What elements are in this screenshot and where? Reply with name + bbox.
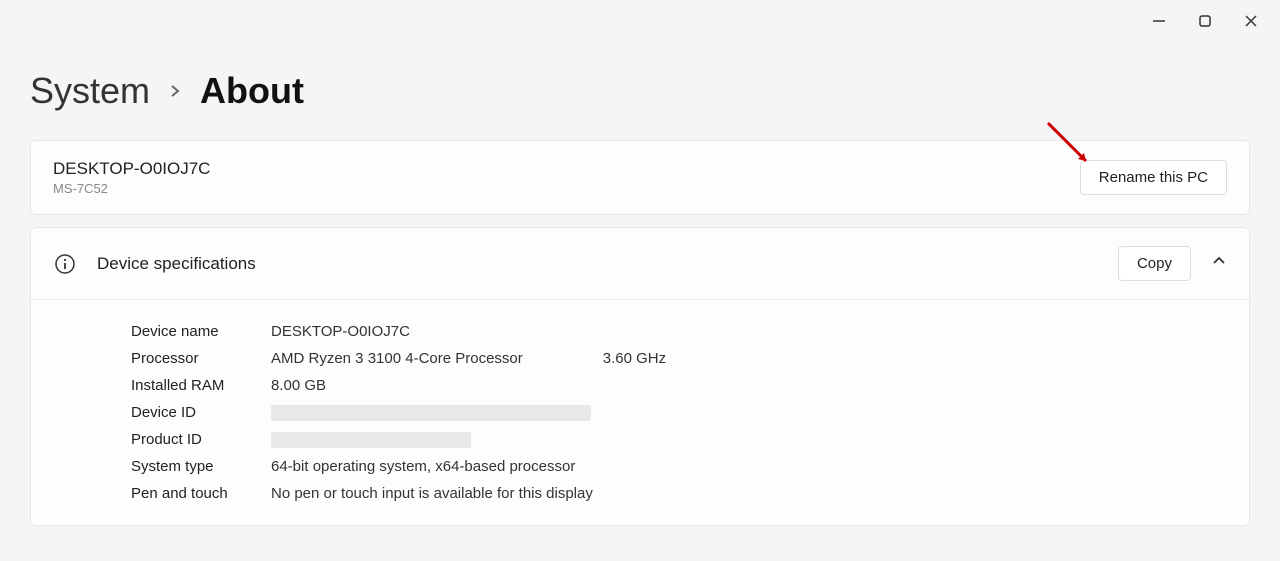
rename-pc-button[interactable]: Rename this PC xyxy=(1080,160,1227,195)
copy-button[interactable]: Copy xyxy=(1118,246,1191,281)
specs-title: Device specifications xyxy=(97,254,256,274)
breadcrumb-parent[interactable]: System xyxy=(30,70,150,112)
row-ram: Installed RAM 8.00 GB xyxy=(131,372,1227,399)
specs-header[interactable]: Device specifications Copy xyxy=(31,228,1249,300)
value-processor: AMD Ryzen 3 3100 4-Core Processor xyxy=(271,350,523,367)
value-device-name: DESKTOP-O0IOJ7C xyxy=(271,323,410,340)
minimize-button[interactable] xyxy=(1148,10,1170,32)
device-info: DESKTOP-O0IOJ7C MS-7C52 xyxy=(53,159,210,196)
row-device-id: Device ID xyxy=(131,399,1227,426)
device-name-text: DESKTOP-O0IOJ7C xyxy=(53,159,210,179)
chevron-right-icon xyxy=(168,78,182,104)
device-model-text: MS-7C52 xyxy=(53,181,210,196)
specs-body: Device name DESKTOP-O0IOJ7C Processor AM… xyxy=(31,300,1249,525)
label-device-name: Device name xyxy=(131,323,271,340)
label-product-id: Product ID xyxy=(131,431,271,448)
device-name-card: DESKTOP-O0IOJ7C MS-7C52 Rename this PC xyxy=(30,140,1250,215)
value-product-id-redacted xyxy=(271,432,471,448)
info-icon xyxy=(53,252,77,276)
breadcrumb: System About xyxy=(0,0,1280,140)
device-specs-card: Device specifications Copy Device name D… xyxy=(30,227,1250,526)
row-system-type: System type 64-bit operating system, x64… xyxy=(131,453,1227,480)
label-ram: Installed RAM xyxy=(131,377,271,394)
value-system-type: 64-bit operating system, x64-based proce… xyxy=(271,458,575,475)
row-product-id: Product ID xyxy=(131,426,1227,453)
label-system-type: System type xyxy=(131,458,271,475)
breadcrumb-current: About xyxy=(200,70,304,112)
row-device-name: Device name DESKTOP-O0IOJ7C xyxy=(131,318,1227,345)
label-processor: Processor xyxy=(131,350,271,367)
label-device-id: Device ID xyxy=(131,404,271,421)
value-device-id-redacted xyxy=(271,405,591,421)
maximize-button[interactable] xyxy=(1194,10,1216,32)
chevron-up-icon[interactable] xyxy=(1211,253,1227,274)
label-pen-touch: Pen and touch xyxy=(131,485,271,502)
row-pen-touch: Pen and touch No pen or touch input is a… xyxy=(131,480,1227,507)
window-controls xyxy=(1130,0,1280,42)
value-ram: 8.00 GB xyxy=(271,377,326,394)
row-processor: Processor AMD Ryzen 3 3100 4-Core Proces… xyxy=(131,345,1227,372)
value-processor-speed: 3.60 GHz xyxy=(603,350,666,367)
close-button[interactable] xyxy=(1240,10,1262,32)
value-pen-touch: No pen or touch input is available for t… xyxy=(271,485,593,502)
